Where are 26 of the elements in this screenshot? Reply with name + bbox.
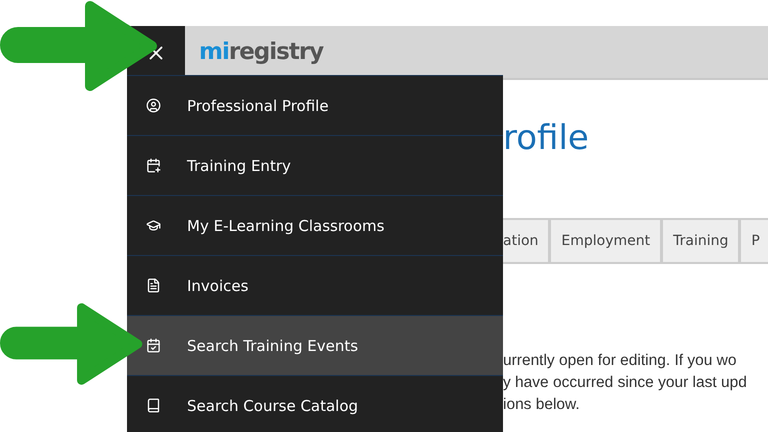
tab[interactable]: ation [503,218,550,262]
menu-item-label: Professional Profile [187,96,329,114]
menu-item[interactable]: Training Entry [127,136,503,196]
user-circle-icon [146,98,161,113]
menu-item-label: Search Course Catalog [187,396,358,414]
document-icon [146,278,161,293]
menu-item-label: Search Training Events [187,336,358,354]
notice-text: y have occurred since your last upd [503,373,748,393]
book-icon [146,398,161,413]
graduation-cap-icon [146,218,161,233]
calendar-plus-icon [146,158,161,173]
notice-text: urrently open for editing. If you wo [503,351,738,371]
menu-item[interactable]: Professional Profile [127,76,503,136]
tab[interactable]: Training [661,218,740,262]
menu-item-label: My E-Learning Classrooms [187,216,384,234]
tab[interactable]: P [739,218,768,262]
logo[interactable]: miregistry [199,39,324,65]
calendar-check-icon [146,338,161,353]
menu-item[interactable]: My E-Learning Classrooms [127,196,503,256]
tab[interactable]: Employment [549,218,662,262]
menu-item[interactable]: Search Course Catalog [127,376,503,432]
menu-item[interactable]: Search Training Events [127,316,503,376]
page-title: rofile [503,118,590,158]
notice-text: ions below. [503,395,581,415]
menu-item-label: Training Entry [187,156,291,174]
menu-item-label: Invoices [187,276,248,294]
